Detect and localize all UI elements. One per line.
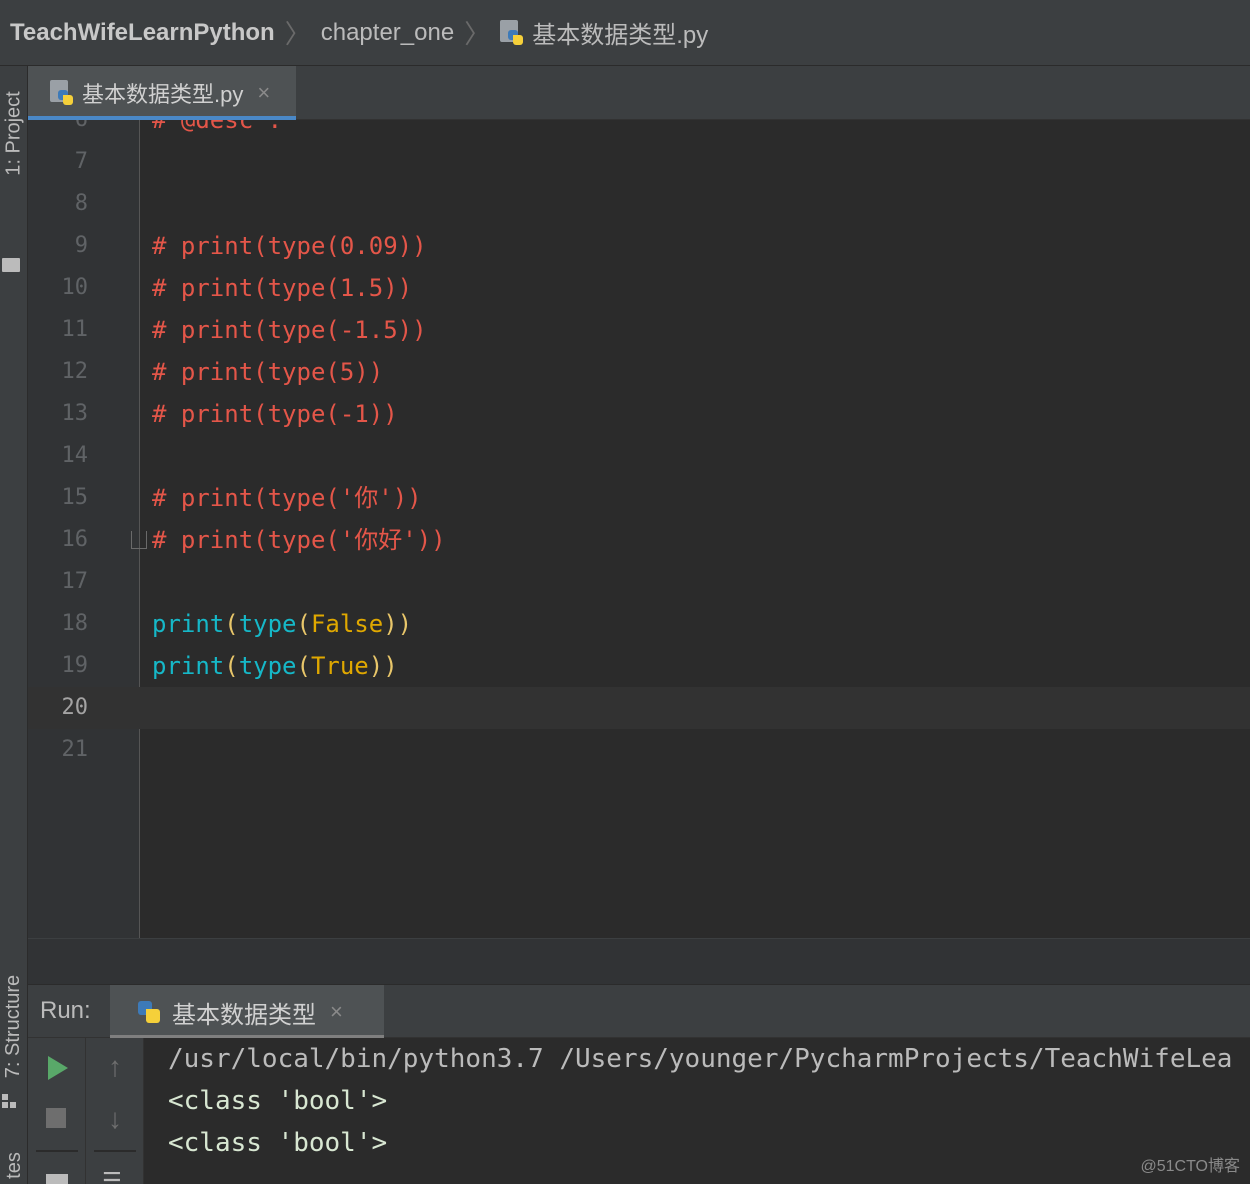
arrow-up-icon[interactable]: ↑ xyxy=(104,1052,126,1082)
code-text: # print(type('你好')) xyxy=(152,526,446,554)
run-tab-label: 基本数据类型 xyxy=(172,1001,316,1029)
code-text: # print(type('你')) xyxy=(152,484,422,512)
editor-tab-bar: 基本数据类型.py × xyxy=(28,66,1250,120)
editor-tab-active[interactable]: 基本数据类型.py × xyxy=(28,66,296,120)
code-text: # print(type(0.09)) xyxy=(152,232,427,260)
code-text: # print(type(1.5)) xyxy=(152,274,413,302)
line-number: 10 xyxy=(61,275,89,300)
token-type: type xyxy=(238,610,297,638)
code-line[interactable]: 7 xyxy=(28,141,1250,183)
close-icon[interactable]: × xyxy=(257,80,270,106)
line-number: 13 xyxy=(61,401,89,426)
code-line[interactable]: 6 # @desc : xyxy=(28,120,1250,141)
run-console[interactable]: /usr/local/bin/python3.7 /Users/younger/… xyxy=(144,1038,1250,1184)
line-number: 12 xyxy=(61,359,89,384)
line-number: 17 xyxy=(61,569,89,594)
structure-tool-label: 7: Structure xyxy=(2,974,25,1078)
code-text: # @desc : xyxy=(152,120,283,134)
code-line[interactable]: 10 # print(type(1.5)) xyxy=(28,267,1250,309)
console-line: <class 'bool'> xyxy=(168,1086,388,1116)
breadcrumb-folder[interactable]: chapter_one xyxy=(321,19,454,47)
code-line[interactable]: 15 # print(type('你')) xyxy=(28,477,1250,519)
code-line[interactable]: 18 print(type(False)) xyxy=(28,603,1250,645)
console-line: <class 'bool'> xyxy=(168,1128,388,1158)
code-line[interactable]: 11 # print(type(-1.5)) xyxy=(28,309,1250,351)
token-print: print xyxy=(152,610,225,638)
editor-tab-label: 基本数据类型.py xyxy=(82,82,244,107)
run-icon[interactable] xyxy=(48,1056,68,1080)
code-text: print(type(True)) xyxy=(152,652,398,680)
run-label: Run: xyxy=(40,997,91,1024)
code-line[interactable]: 8 xyxy=(28,183,1250,225)
line-number: 20 xyxy=(61,695,89,720)
breadcrumb-separator: 〉 xyxy=(464,19,491,49)
arrow-down-icon[interactable]: ↓ xyxy=(104,1104,126,1134)
token-false: False xyxy=(310,610,384,638)
stop-icon[interactable] xyxy=(46,1108,66,1128)
line-number: 8 xyxy=(74,191,88,216)
token-true: True xyxy=(310,652,369,680)
line-number: 14 xyxy=(61,443,89,468)
code-line[interactable]: 12 # print(type(5)) xyxy=(28,351,1250,393)
close-icon[interactable]: × xyxy=(330,999,343,1025)
line-number: 9 xyxy=(74,233,88,258)
structure-icon xyxy=(2,1094,18,1110)
code-text: print(type(False)) xyxy=(152,610,413,638)
code-line[interactable]: 14 xyxy=(28,435,1250,477)
line-number: 19 xyxy=(61,653,89,678)
line-number: 11 xyxy=(61,317,89,342)
current-code-line[interactable]: 20 xyxy=(28,687,1250,729)
breadcrumb-separator: 〉 xyxy=(284,19,311,49)
breadcrumb-file[interactable]: 基本数据类型.py xyxy=(532,15,708,50)
run-toolbar-secondary: ↑ ↓ ☰ xyxy=(86,1038,144,1184)
code-editor[interactable]: 6 # @desc : 7 8 9 # print(type(0.09)) 10… xyxy=(28,120,1250,938)
line-number: 21 xyxy=(61,737,89,762)
token-type: type xyxy=(238,652,297,680)
navigation-bar: TeachWifeLearnPython 〉 chapter_one 〉 基本数… xyxy=(0,0,1250,66)
bottom-tool-tab[interactable]: tes xyxy=(0,1150,28,1180)
line-number: 7 xyxy=(74,149,88,174)
code-text: # print(type(-1.5)) xyxy=(152,316,427,344)
bottom-tool-label: tes xyxy=(2,1151,25,1179)
editor-horizontal-scroll-area[interactable] xyxy=(28,938,1250,984)
code-line[interactable]: 21 xyxy=(28,729,1250,771)
project-tool-label: 1: Project xyxy=(2,90,25,176)
watermark: @51CTO博客 xyxy=(1140,1158,1240,1175)
code-line[interactable]: 9 # print(type(0.09)) xyxy=(28,225,1250,267)
layout-icon[interactable] xyxy=(46,1174,68,1184)
run-config-tab[interactable]: 基本数据类型 × xyxy=(110,985,384,1039)
python-file-icon xyxy=(500,19,524,46)
code-text: # print(type(5)) xyxy=(152,358,384,386)
breadcrumb-project[interactable]: TeachWifeLearnPython xyxy=(10,19,275,47)
line-number: 6 xyxy=(28,120,88,141)
line-number: 15 xyxy=(61,485,89,510)
line-number: 18 xyxy=(61,611,89,636)
code-line[interactable]: 16 # print(type('你好')) xyxy=(28,519,1250,561)
token-print: print xyxy=(152,652,225,680)
python-file-icon xyxy=(50,80,74,106)
code-text: # print(type(-1)) xyxy=(152,400,398,428)
code-line[interactable]: 19 print(type(True)) xyxy=(28,645,1250,687)
project-tool-tab[interactable]: 1: Project xyxy=(0,78,28,188)
python-icon xyxy=(136,999,160,1025)
code-line[interactable]: 17 xyxy=(28,561,1250,603)
left-tool-strip: 1: Project 7: Structure tes xyxy=(0,66,28,1184)
folder-icon xyxy=(2,258,20,272)
code-line[interactable]: 13 # print(type(-1)) xyxy=(28,393,1250,435)
line-number: 16 xyxy=(61,527,89,552)
soft-wrap-icon[interactable]: ☰ xyxy=(102,1168,122,1184)
run-tool-header: Run: 基本数据类型 × xyxy=(28,984,1250,1039)
fold-marker-icon[interactable] xyxy=(131,531,147,549)
structure-tool-tab[interactable]: 7: Structure xyxy=(0,966,28,1086)
console-line: /usr/local/bin/python3.7 /Users/younger/… xyxy=(168,1044,1233,1074)
run-toolbar xyxy=(28,1038,86,1184)
